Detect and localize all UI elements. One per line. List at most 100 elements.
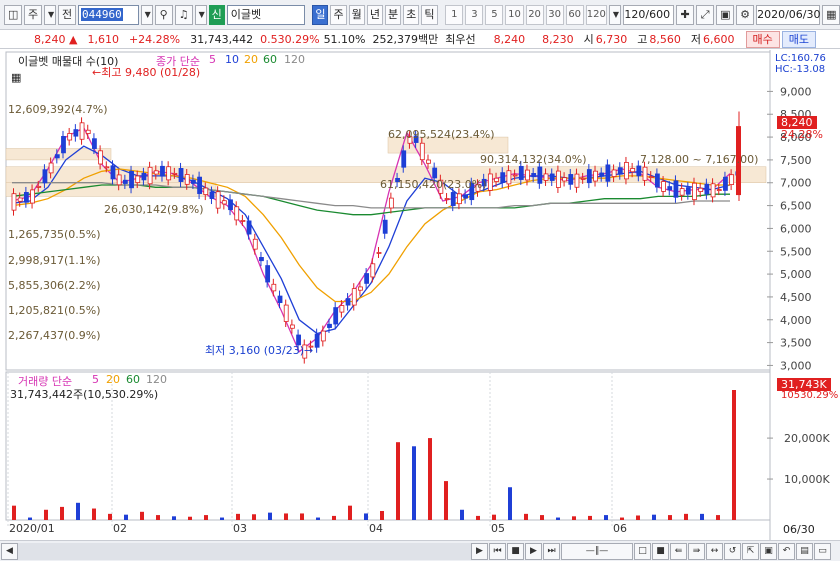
last-page-icon[interactable]: ⏭ bbox=[543, 542, 560, 560]
play-icon[interactable]: ▶ bbox=[525, 542, 542, 560]
period-month[interactable]: 월 bbox=[348, 4, 365, 25]
volume-bar-45 bbox=[732, 390, 736, 520]
volume-ratio: 0.530.29% bbox=[260, 32, 320, 46]
stock-code-input[interactable]: 044960 bbox=[78, 4, 139, 25]
zoom-out-icon[interactable]: □ bbox=[634, 542, 651, 560]
interval-3[interactable]: 3 bbox=[465, 4, 484, 25]
settings-icon[interactable]: ⚙ bbox=[736, 4, 755, 25]
first-page-icon[interactable]: ⏮ bbox=[489, 542, 506, 560]
undo-icon[interactable]: ↶ bbox=[778, 542, 795, 560]
period-tick[interactable]: 틱 bbox=[421, 4, 438, 25]
candle-body-88 bbox=[556, 170, 561, 188]
volume-tick-label-1: 10,000K bbox=[784, 473, 830, 486]
up-arrow-icon: ▲ bbox=[69, 32, 78, 46]
interval-1[interactable]: 1 bbox=[445, 4, 464, 25]
calendar-icon[interactable]: ▦ bbox=[822, 4, 840, 25]
lock-icon[interactable]: ▣ bbox=[716, 4, 735, 25]
volume-value: 31,743,442 bbox=[190, 32, 254, 46]
candle-body-113 bbox=[710, 183, 716, 198]
period-week[interactable]: 주 bbox=[330, 4, 347, 25]
candle-body-38 bbox=[246, 220, 252, 235]
profile-label-3: 90,314,132(34.0%) bbox=[480, 153, 587, 166]
prev-button[interactable]: 전 bbox=[58, 4, 76, 25]
volume-bar-12 bbox=[204, 515, 208, 520]
interval-30[interactable]: 30 bbox=[545, 4, 564, 25]
candle-body-30 bbox=[197, 176, 202, 194]
candle-body-34 bbox=[221, 200, 227, 205]
interval-60[interactable]: 60 bbox=[565, 4, 584, 25]
move-right-icon[interactable]: ⇛ bbox=[688, 542, 705, 560]
zoom-slider[interactable]: —∥— bbox=[561, 542, 633, 560]
candle-body-104 bbox=[654, 173, 660, 188]
stop-icon[interactable]: ■ bbox=[507, 542, 524, 560]
sound-dropdown-icon[interactable]: ▼ bbox=[194, 4, 207, 25]
candle-body-99 bbox=[624, 162, 629, 180]
price-tick-label-3: 7,500 bbox=[780, 154, 812, 167]
toggle-icon[interactable]: ▭ bbox=[814, 542, 831, 560]
stock-name-field[interactable]: 이글벳 bbox=[226, 4, 305, 25]
period-year[interactable]: 년 bbox=[366, 4, 383, 25]
scroll-left-icon[interactable]: ◀ bbox=[1, 542, 18, 560]
scroll-track[interactable] bbox=[18, 542, 488, 560]
zoom-in-icon[interactable]: ■ bbox=[652, 542, 669, 560]
date-field[interactable]: 2020/06/30 bbox=[756, 4, 821, 25]
buy-button[interactable]: 매수 bbox=[745, 30, 780, 48]
candle-body-4 bbox=[36, 185, 42, 188]
move-left-icon[interactable]: ⇚ bbox=[670, 542, 687, 560]
dropdown-icon[interactable]: ▼ bbox=[44, 4, 56, 25]
hc-label: HC:-13.08 bbox=[775, 64, 826, 75]
chart-svg[interactable]: 9,0008,5008,0007,5007,0006,5006,0005,500… bbox=[0, 50, 840, 540]
priority-label: 최우선 bbox=[445, 33, 476, 46]
candle-body-45 bbox=[289, 324, 295, 329]
period-second[interactable]: 초 bbox=[403, 4, 420, 25]
interval-dropdown-icon[interactable]: ▼ bbox=[608, 4, 621, 25]
interval-10[interactable]: 10 bbox=[505, 4, 524, 25]
capture-icon[interactable]: ▣ bbox=[760, 542, 777, 560]
profile-label-2: 62,095,524(23.4%) bbox=[388, 128, 495, 141]
bar-count-field[interactable]: 120/600 bbox=[622, 4, 675, 25]
arrange-icon[interactable]: ▤ bbox=[796, 542, 813, 560]
layout-icon[interactable]: ◫ bbox=[4, 4, 22, 25]
ma-legend-60: 60 bbox=[263, 53, 277, 66]
code-dropdown-icon[interactable]: ▼ bbox=[140, 4, 153, 25]
high-price: 8,560 bbox=[649, 32, 681, 46]
interval-5[interactable]: 5 bbox=[485, 4, 504, 25]
lc-label: LC:160.76 bbox=[775, 53, 826, 64]
profile-label-10: 2,267,437(0.9%) bbox=[8, 329, 101, 342]
fit-icon[interactable]: ↔ bbox=[706, 542, 723, 560]
scroll-right-icon[interactable]: ▶ bbox=[471, 542, 488, 560]
time-scrollbar[interactable]: ◀ ▶ ⏮ ■ ▶ ⏭ —∥— □ ■ ⇚ ⇛ ↔ ↺ ⇱ ▣ ↶ ▤ ▭ bbox=[0, 540, 840, 561]
candle-body-83 bbox=[525, 169, 530, 181]
reset-icon[interactable]: ↺ bbox=[724, 542, 741, 560]
zoom-icon[interactable]: ✚ bbox=[676, 4, 695, 25]
candle-body-94 bbox=[593, 170, 598, 182]
candle-body-57 bbox=[364, 273, 370, 284]
sound-icon[interactable]: ♫ bbox=[174, 4, 193, 25]
ask-price: 8,240 bbox=[493, 32, 526, 46]
candle-body-29 bbox=[191, 179, 196, 184]
high-marker: ←최고 9,480 (01/28) bbox=[92, 66, 201, 79]
high-marker-text: 최고 9,480 (01/28) bbox=[101, 66, 201, 79]
period-minute[interactable]: 분 bbox=[384, 4, 402, 25]
period-day[interactable]: 일 bbox=[312, 4, 329, 25]
grid-icon[interactable]: ▦ bbox=[11, 71, 21, 84]
candle-body-23 bbox=[153, 170, 159, 175]
expand-icon[interactable]: ⇱ bbox=[742, 542, 759, 560]
volume-bar-0 bbox=[12, 505, 16, 520]
candle-body-24 bbox=[160, 165, 165, 177]
volume-bar-27 bbox=[444, 481, 448, 520]
interval-120[interactable]: 120 bbox=[585, 4, 607, 25]
interval-20[interactable]: 20 bbox=[525, 4, 544, 25]
sell-button[interactable]: 매도 bbox=[781, 30, 816, 48]
last-pct-tag: 24.28% bbox=[781, 128, 823, 141]
ma-legend-120: 120 bbox=[284, 53, 305, 66]
x-axis-end-label: 06/30 bbox=[783, 523, 815, 536]
candle-body-9 bbox=[67, 133, 73, 141]
volume-bar-3 bbox=[60, 506, 64, 520]
crosshair-icon[interactable]: ⤢ bbox=[696, 4, 715, 25]
candle-body-28 bbox=[184, 174, 190, 185]
menu-button[interactable]: 주 bbox=[24, 4, 42, 25]
chart-area[interactable]: 9,000 8,500 8,000 7,500 7,000 6,500 6,000 5,500… bbox=[0, 50, 840, 540]
bid-price: 8,230 bbox=[542, 32, 574, 46]
search-icon[interactable]: ⚲ bbox=[154, 4, 173, 25]
